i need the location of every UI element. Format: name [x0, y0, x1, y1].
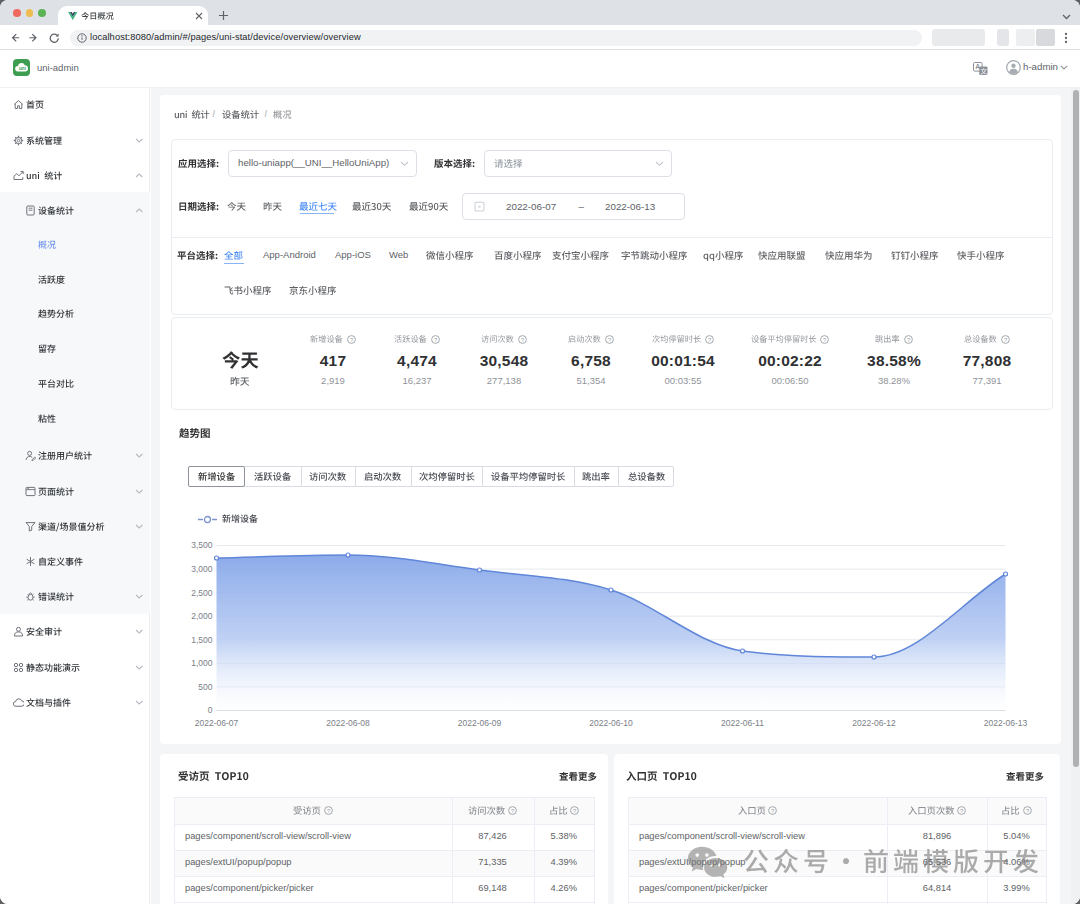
svg-text:?: ?: [573, 807, 577, 813]
svg-text:?: ?: [960, 807, 964, 813]
svg-text:?: ?: [511, 807, 515, 813]
svg-text:?: ?: [327, 807, 331, 813]
svg-text:?: ?: [1026, 807, 1030, 813]
svg-text:?: ?: [771, 807, 775, 813]
